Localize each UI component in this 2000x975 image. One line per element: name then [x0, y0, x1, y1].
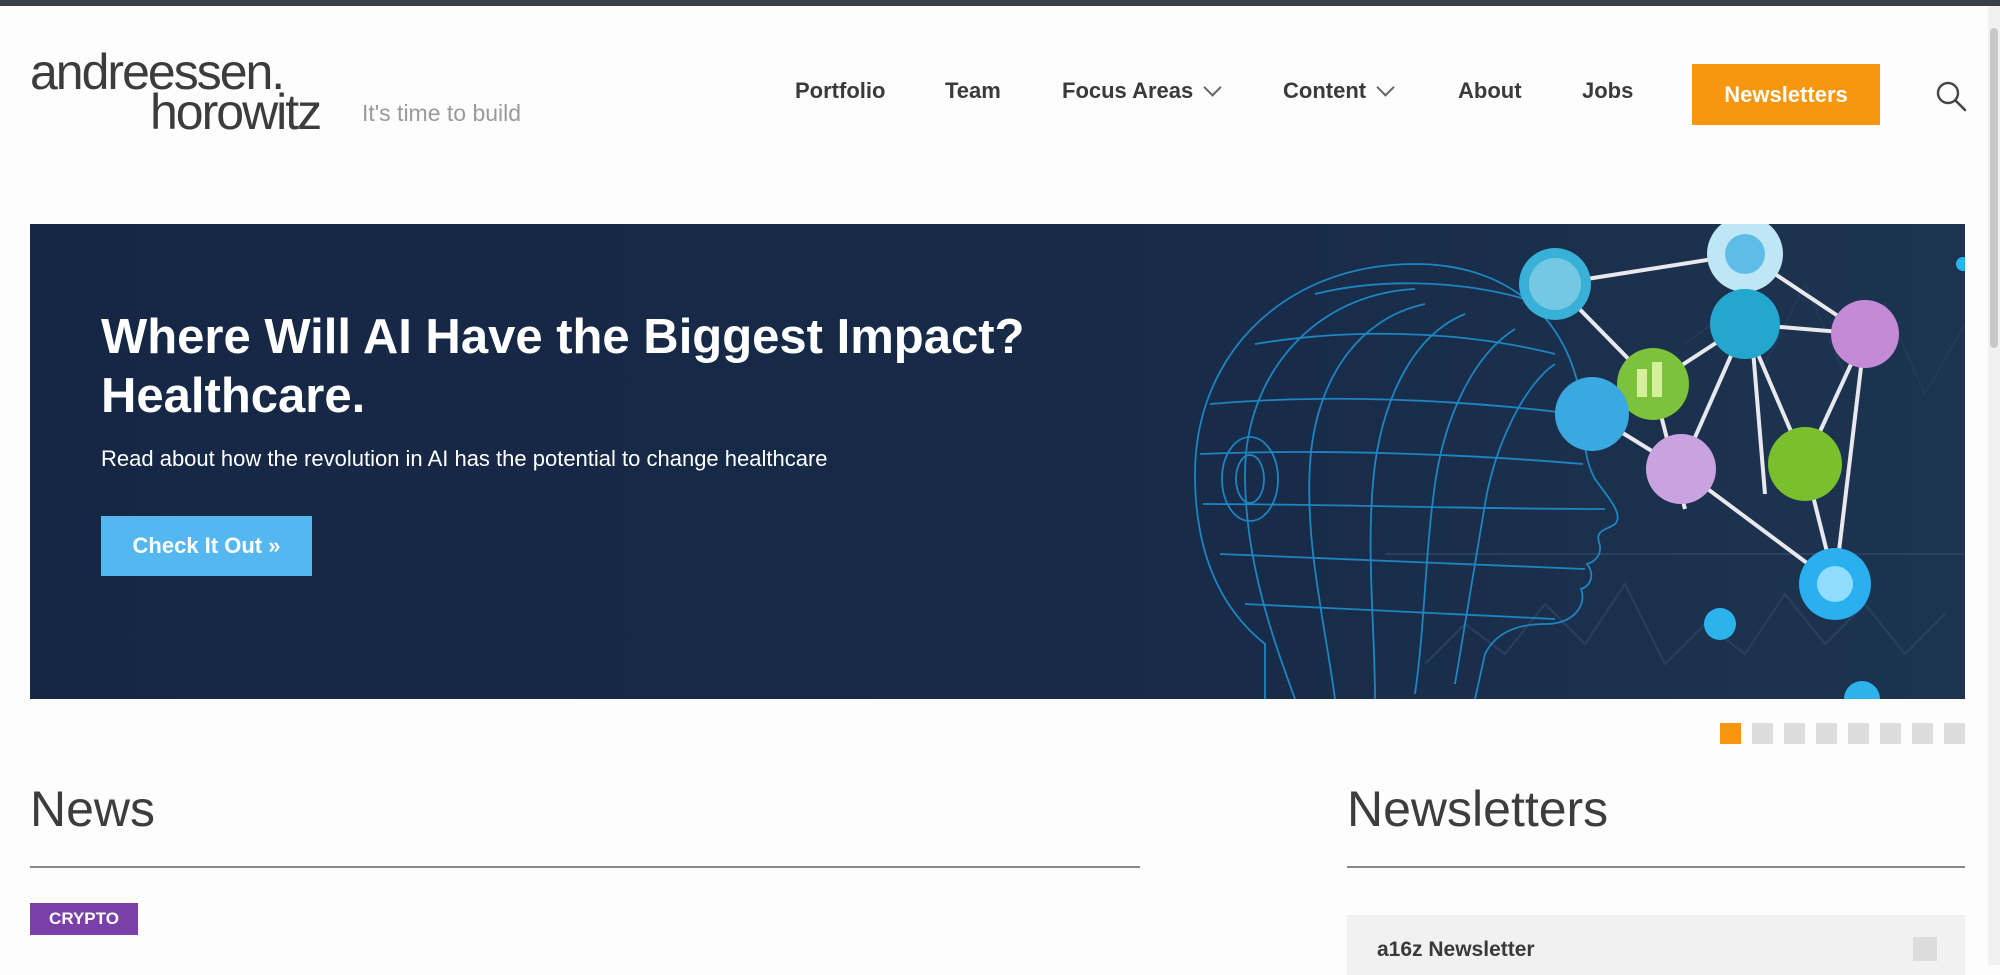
carousel-dot-5[interactable] [1848, 723, 1869, 744]
newsletter-item[interactable]: a16z Newsletter [1347, 915, 1965, 975]
carousel-dot-4[interactable] [1816, 723, 1837, 744]
carousel-pagination [1720, 723, 1965, 744]
newsletters-divider [1347, 866, 1965, 868]
scrollbar-thumb[interactable] [1990, 28, 1998, 348]
newsletters-heading: Newsletters [1347, 781, 1609, 837]
carousel-dot-7[interactable] [1912, 723, 1933, 744]
news-heading: News [30, 781, 156, 837]
newsletters-button[interactable]: Newsletters [1692, 64, 1880, 125]
top-border [0, 0, 2000, 6]
carousel-dot-8[interactable] [1944, 723, 1965, 744]
carousel-dot-2[interactable] [1752, 723, 1773, 744]
hero-title-line-2: Healthcare. [101, 369, 366, 423]
tagline: It's time to build [362, 100, 522, 126]
newsletter-item-title: a16z Newsletter [1377, 938, 1535, 961]
hero-subtitle: Read about how the revolution in AI has … [101, 446, 828, 471]
chevron-down-icon [1376, 78, 1395, 97]
news-divider [30, 866, 1140, 868]
hero-title: Where Will AI Have the Biggest Impact? H… [101, 308, 1151, 426]
crypto-tag[interactable]: CRYPTO [30, 903, 138, 935]
check-it-out-button[interactable]: Check It Out » [101, 516, 312, 576]
nav-team[interactable]: Team [945, 78, 1001, 104]
carousel-dot-6[interactable] [1880, 723, 1901, 744]
nav-about[interactable]: About [1458, 78, 1522, 104]
carousel-dot-3[interactable] [1784, 723, 1805, 744]
hero-title-line-1: Where Will AI Have the Biggest Impact? [101, 310, 1025, 364]
newsletter-checkbox[interactable] [1913, 937, 1937, 961]
chevron-down-icon [1203, 78, 1222, 97]
nav-jobs[interactable]: Jobs [1582, 78, 1633, 104]
andreessen-horowitz-logo[interactable]: andreessen. horowitz [30, 47, 322, 137]
carousel-dot-1[interactable] [1720, 723, 1741, 744]
page-scrollbar[interactable] [1988, 6, 2000, 965]
nav-content-label: Content [1283, 78, 1367, 103]
nav-focus-areas[interactable]: Focus Areas [1062, 78, 1222, 104]
nav-content[interactable]: Content [1283, 78, 1395, 104]
ai-healthcare-illustration [1194, 224, 1965, 699]
search-icon[interactable] [1935, 80, 1967, 112]
hero-banner[interactable]: Where Will AI Have the Biggest Impact? H… [30, 224, 1965, 699]
nav-portfolio[interactable]: Portfolio [795, 78, 885, 104]
nav-focus-areas-label: Focus Areas [1062, 78, 1194, 103]
